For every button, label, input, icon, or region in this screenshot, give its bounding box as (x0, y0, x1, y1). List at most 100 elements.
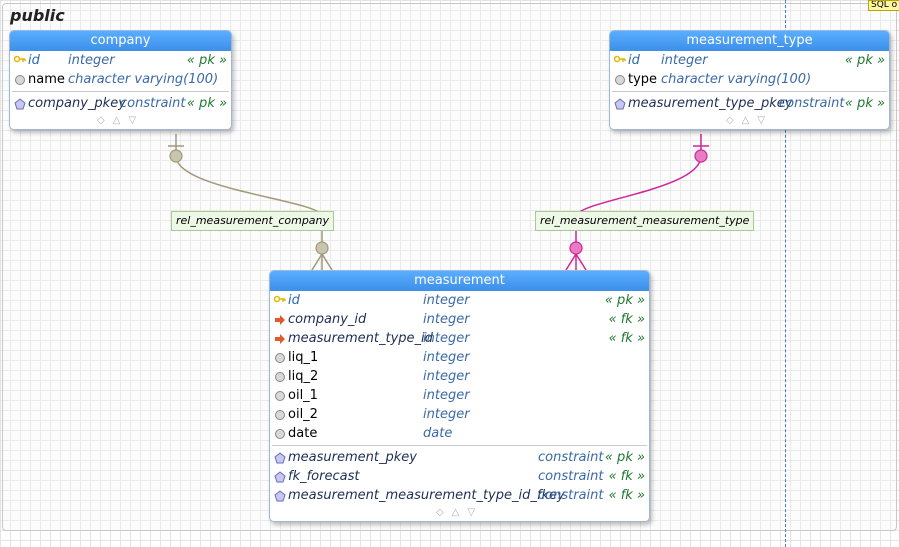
crowfoot-left (311, 253, 323, 271)
column-row[interactable]: liq_2 integer (270, 367, 649, 386)
table-title[interactable]: measurement (270, 271, 649, 291)
optional-marker (569, 241, 583, 255)
optional-marker (315, 241, 329, 255)
relation-line-company (175, 134, 323, 217)
relation-company[interactable] (168, 134, 333, 271)
constraint-row[interactable]: fk_forecast constraint « fk » (270, 467, 649, 486)
column-row[interactable]: id integer « pk » (270, 291, 649, 310)
column-icon (615, 75, 625, 85)
constraint-key: « fk » (608, 488, 645, 503)
table-title[interactable]: company (10, 31, 231, 51)
column-row[interactable]: liq_1 integer (270, 348, 649, 367)
column-icon (275, 353, 285, 363)
column-name: date (288, 426, 318, 441)
column-name: liq_2 (288, 369, 319, 384)
column-row[interactable]: company_id integer « fk » (270, 310, 649, 329)
column-name: type (628, 72, 658, 87)
divider (612, 91, 887, 92)
column-type: date (423, 426, 453, 441)
column-icon (275, 410, 285, 420)
column-row[interactable]: name character varying(100) (10, 70, 231, 89)
key-icon (274, 295, 286, 303)
constraint-key: « pk » (186, 96, 227, 111)
column-name: liq_1 (288, 350, 319, 365)
constraint-row[interactable]: measurement_pkey constraint « pk » (270, 448, 649, 467)
column-key: « pk » (604, 293, 645, 308)
column-name: company_id (288, 312, 367, 327)
column-name: name (28, 72, 65, 87)
constraint-type: constraint (538, 488, 604, 503)
table-company[interactable]: company id integer « pk » name character… (9, 30, 232, 130)
relation-label-company[interactable]: rel_measurement_company (171, 211, 335, 231)
constraint-type: constraint (538, 450, 604, 465)
column-type: integer (423, 388, 470, 403)
column-row[interactable]: measurement_type_id integer « fk » (270, 329, 649, 348)
key-icon (614, 55, 626, 63)
column-name: id (628, 53, 640, 68)
table-footer-controls[interactable]: ◇△▽ (270, 505, 649, 521)
crowfoot-right (321, 253, 333, 271)
table-footer-controls[interactable]: ◇△▽ (10, 113, 231, 129)
crowfoot-left (565, 253, 577, 271)
column-name: oil_1 (288, 388, 318, 403)
table-footer-controls[interactable]: ◇△▽ (610, 113, 889, 129)
column-row[interactable]: id integer « pk » (10, 51, 231, 70)
table-measurement[interactable]: measurement id integer « pk » company_id int… (269, 270, 650, 522)
column-icon (15, 75, 25, 85)
column-type: integer (423, 407, 470, 422)
relation-line-type (575, 134, 702, 217)
column-type: integer (68, 53, 115, 68)
foreign-key-arrow-icon (275, 334, 285, 344)
constraint-key: « fk » (608, 469, 645, 484)
column-key: « pk » (844, 53, 885, 68)
column-type: integer (661, 53, 708, 68)
foreign-key-arrow-icon (275, 315, 285, 325)
column-type: integer (423, 350, 470, 365)
diagram-canvas[interactable]: public SQL o rel_measurement_company rel… (0, 0, 899, 547)
column-name: oil_2 (288, 407, 318, 422)
crowfoot-right (575, 253, 587, 271)
column-icon (275, 391, 285, 401)
optional-marker (694, 149, 708, 163)
constraint-row[interactable]: company_pkey constraint « pk » (10, 94, 231, 113)
column-key: « fk » (608, 331, 645, 346)
column-key: « fk » (608, 312, 645, 327)
column-row[interactable]: oil_2 integer (270, 405, 649, 424)
column-key: « pk » (186, 53, 227, 68)
column-type: integer (423, 331, 470, 346)
constraint-row[interactable]: measurement_measurement_type_id_fkey cons… (270, 486, 649, 505)
column-row[interactable]: id integer « pk » (610, 51, 889, 70)
table-title[interactable]: measurement_type (610, 31, 889, 51)
optional-marker (169, 149, 183, 163)
column-row[interactable]: oil_1 integer (270, 386, 649, 405)
column-type: integer (423, 312, 470, 327)
constraint-name: measurement_pkey (288, 450, 417, 465)
constraint-icon (14, 98, 26, 110)
constraint-icon (274, 471, 286, 483)
constraint-type: constraint (538, 469, 604, 484)
column-name: id (288, 293, 300, 308)
column-icon (275, 372, 285, 382)
key-icon (14, 55, 26, 63)
constraint-type: constraint (779, 96, 845, 111)
constraint-name: company_pkey (28, 96, 126, 111)
constraint-key: « pk » (844, 96, 885, 111)
column-row[interactable]: type character varying(100) (610, 70, 889, 89)
constraint-icon (274, 490, 286, 502)
column-name: id (28, 53, 40, 68)
relation-measurement-type[interactable] (565, 134, 709, 271)
constraint-key: « pk » (604, 450, 645, 465)
column-icon (275, 429, 285, 439)
divider (12, 91, 229, 92)
column-row[interactable]: date date (270, 424, 649, 443)
column-type: integer (423, 293, 470, 308)
table-measurement-type[interactable]: measurement_type id integer « pk » type … (609, 30, 890, 130)
relation-label-measurement-type[interactable]: rel_measurement_measurement_type (535, 211, 755, 231)
constraint-row[interactable]: measurement_type_pkey constraint « pk » (610, 94, 889, 113)
divider (272, 445, 647, 446)
column-name: measurement_type_id (288, 331, 433, 346)
constraint-name: measurement_type_pkey (628, 96, 793, 111)
column-type: integer (423, 369, 470, 384)
constraint-icon (614, 98, 626, 110)
constraint-name: measurement_measurement_type_id_fkey (288, 488, 565, 503)
